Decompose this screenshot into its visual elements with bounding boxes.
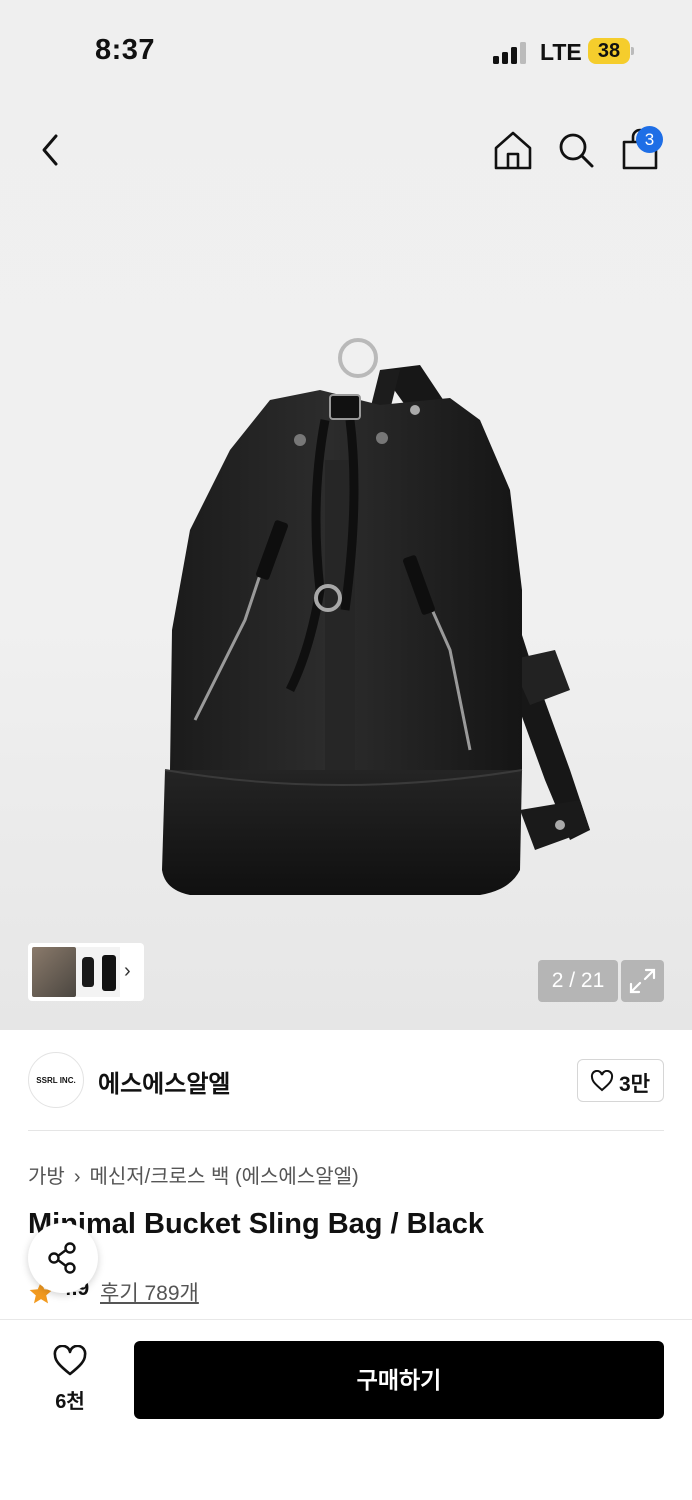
chevron-left-icon <box>42 134 58 166</box>
network-type: LTE <box>540 39 582 65</box>
thumbnail-strip[interactable]: › <box>28 943 144 1001</box>
expand-image-button[interactable] <box>621 960 664 1002</box>
battery-level: 38 <box>597 40 621 62</box>
search-button[interactable] <box>553 126 599 174</box>
share-button[interactable] <box>28 1223 98 1293</box>
home-button[interactable] <box>490 126 536 174</box>
wishlist-count: 6천 <box>55 1391 85 1413</box>
thumbnail-image[interactable] <box>76 947 98 997</box>
search-icon <box>559 133 594 168</box>
reviews-link[interactable]: 후기 789개 <box>100 1277 199 1307</box>
brand-name[interactable]: 에스에스알엘 <box>98 1064 230 1099</box>
home-icon <box>494 131 532 170</box>
divider <box>28 1130 664 1131</box>
brand-like-button[interactable]: 3만 <box>577 1059 664 1102</box>
thumbnail-image[interactable] <box>98 947 120 997</box>
heart-icon <box>590 1070 614 1092</box>
bottom-bar-divider <box>0 1319 692 1320</box>
chevron-right-icon[interactable]: › <box>124 960 131 983</box>
signal-icon <box>493 42 527 64</box>
product-image-bucket-bag <box>162 338 590 895</box>
breadcrumb-item[interactable]: 가방 <box>28 1166 65 1188</box>
status-time: 8:37 <box>95 34 156 66</box>
cart-count-badge: 3 <box>636 126 663 153</box>
brand-logo[interactable]: SSRL INC. <box>28 1052 84 1108</box>
breadcrumb-separator: › <box>73 1166 81 1188</box>
expand-icon <box>629 968 656 994</box>
thumbnail-image[interactable] <box>32 947 76 997</box>
breadcrumb: 가방 › 메신저/크로스 백 (에스에스알엘) <box>28 1160 359 1189</box>
status-bar: 8:37 LTE 38 <box>0 0 692 100</box>
share-icon <box>48 1242 76 1274</box>
brand-like-count: 3만 <box>619 1073 650 1096</box>
image-page-counter: 2 / 21 <box>538 960 618 1002</box>
battery-icon: 38 <box>588 38 634 64</box>
breadcrumb-item[interactable]: 메신저/크로스 백 (에스에스알엘) <box>89 1166 358 1188</box>
product-image-gallery[interactable]: 8:37 LTE 38 3 › 2 / 21 <box>0 0 692 1030</box>
product-title: Minimal Bucket Sling Bag / Black <box>28 1208 485 1240</box>
wishlist-button[interactable]: 6천 <box>40 1345 100 1415</box>
heart-icon <box>53 1345 87 1376</box>
buy-button[interactable]: 구매하기 <box>134 1341 664 1419</box>
back-button[interactable] <box>30 126 74 174</box>
